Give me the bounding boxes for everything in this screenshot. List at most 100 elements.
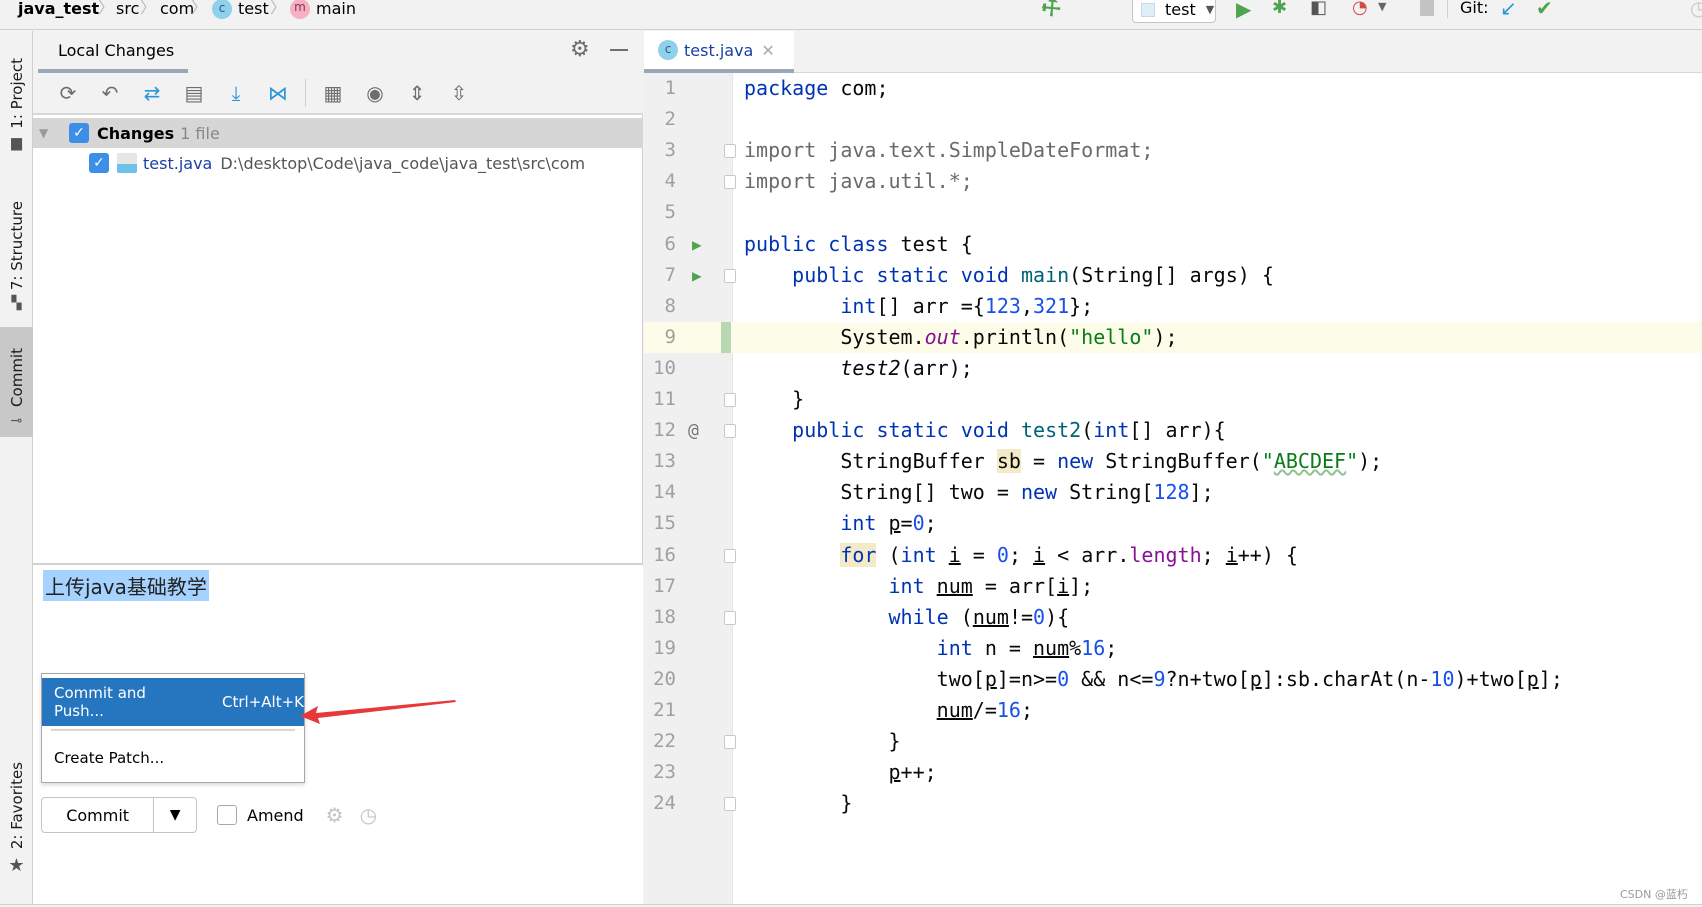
fold-icon[interactable] bbox=[724, 393, 736, 407]
shelve-icon[interactable]: ▤ bbox=[173, 76, 215, 110]
collapse-all-icon[interactable]: ⇳ bbox=[438, 76, 480, 110]
code-line[interactable]: 3 import java.text.SimpleDateFormat; bbox=[644, 135, 1702, 166]
fold-icon[interactable] bbox=[724, 610, 736, 625]
group-by-icon[interactable]: ▦ bbox=[312, 76, 354, 110]
code-line[interactable]: 10 test2(arr); bbox=[644, 353, 1702, 384]
code-line[interactable]: 21 num/=16; bbox=[644, 695, 1702, 726]
code-line[interactable]: 9 System.out.println("hello"); bbox=[644, 321, 1702, 353]
menu-item-label: Commit and Push... bbox=[54, 684, 146, 720]
profiler-dropdown-icon[interactable]: ▼ bbox=[1378, 0, 1386, 13]
tool-tab-commit[interactable]: Commit ⊸ bbox=[0, 327, 33, 437]
git-label: Git: bbox=[1460, 0, 1489, 17]
breadcrumb-src[interactable]: src bbox=[116, 0, 139, 18]
fold-icon[interactable] bbox=[724, 424, 736, 439]
fold-icon[interactable] bbox=[724, 548, 736, 563]
tool-tab-favorites[interactable]: 2: Favorites ★ bbox=[0, 751, 33, 876]
tool-tab-project[interactable]: 1: Project ▆ bbox=[0, 41, 33, 151]
code-line[interactable]: 5 bbox=[644, 197, 1702, 228]
stop-icon[interactable] bbox=[1420, 0, 1434, 16]
fold-icon[interactable] bbox=[724, 735, 736, 750]
line-number: 5 bbox=[664, 201, 676, 224]
fold-icon[interactable] bbox=[724, 175, 736, 190]
code-line[interactable]: 1 package com; bbox=[644, 73, 1702, 104]
breadcrumb-project[interactable]: java_test bbox=[18, 0, 99, 18]
line-number: 7 bbox=[664, 263, 676, 286]
line-number: 14 bbox=[653, 481, 676, 504]
minimize-icon[interactable] bbox=[610, 49, 628, 51]
profiler-icon[interactable]: ◔ bbox=[1352, 0, 1368, 18]
debug-icon[interactable]: ✱ bbox=[1272, 0, 1287, 18]
close-icon[interactable]: ✕ bbox=[761, 41, 774, 60]
rollback-icon[interactable]: ↶ bbox=[89, 76, 131, 110]
breadcrumb-com[interactable]: com bbox=[160, 0, 194, 18]
gear-icon[interactable]: ⚙ bbox=[570, 37, 590, 62]
code-line[interactable]: 6 ▶ public class test { bbox=[644, 229, 1702, 260]
coverage-icon[interactable]: ◧ bbox=[1310, 0, 1327, 18]
run-icon[interactable]: ▶ bbox=[1236, 0, 1251, 21]
commit-message-input[interactable]: 上传java基础教学 bbox=[43, 570, 209, 601]
code-line[interactable]: 22 } bbox=[644, 726, 1702, 757]
code-line[interactable]: 7 ▶ public static void main(String[] args… bbox=[644, 260, 1702, 291]
build-hammer-icon[interactable]: ⚒ bbox=[1036, 0, 1067, 24]
override-gutter-icon[interactable]: @ bbox=[688, 415, 699, 446]
fold-icon[interactable] bbox=[724, 797, 736, 812]
code-text: two[p]=n>=0 && n<=9?n+two[p]:sb.charAt(n… bbox=[744, 666, 1563, 691]
tool-tab-structure[interactable]: 7: Structure ▚ bbox=[0, 171, 33, 311]
line-number: 4 bbox=[664, 170, 676, 193]
git-commit-icon[interactable]: ✔ bbox=[1536, 0, 1553, 20]
code-text: int p=0; bbox=[840, 511, 937, 536]
breadcrumb-separator: 〉 bbox=[140, 0, 157, 17]
update-icon[interactable]: ⤓ bbox=[215, 76, 257, 110]
code-line[interactable]: 16 for (int i = 0; i < arr.length; i++) … bbox=[644, 540, 1702, 571]
changelist-row[interactable]: ▼ ✓ Changes 1 file bbox=[33, 118, 643, 148]
git-update-icon[interactable]: ↙ bbox=[1500, 0, 1517, 20]
changelist-checkbox[interactable]: ✓ bbox=[69, 123, 89, 143]
expand-arrow-icon[interactable]: ▼ bbox=[39, 126, 61, 140]
fold-icon[interactable] bbox=[724, 268, 736, 283]
editor-tab-test-java[interactable]: c test.java ✕ bbox=[644, 31, 794, 73]
commit-button[interactable]: Commit bbox=[42, 798, 155, 832]
expand-all-icon[interactable]: ⇕ bbox=[396, 76, 438, 110]
code-line[interactable]: 19 int n = num%16; bbox=[644, 633, 1702, 664]
code-line[interactable]: 24 } bbox=[644, 788, 1702, 819]
view-options-icon[interactable]: ◉ bbox=[354, 76, 396, 110]
code-text: } bbox=[744, 387, 805, 411]
menu-item-create-patch[interactable]: Create Patch... bbox=[42, 734, 304, 782]
method-icon: m bbox=[290, 0, 310, 19]
code-line[interactable]: 15 int p=0; bbox=[644, 508, 1702, 539]
code-line[interactable]: 11 } bbox=[644, 384, 1702, 415]
run-configuration-select[interactable]: test ▼ bbox=[1132, 0, 1216, 23]
file-row[interactable]: ✓ test.java D:\desktop\Code\java_code\ja… bbox=[33, 148, 643, 178]
breadcrumb-method[interactable]: m main bbox=[290, 0, 356, 19]
breadcrumb-class[interactable]: c test bbox=[212, 0, 269, 19]
line-number: 8 bbox=[664, 294, 676, 317]
change-marker[interactable] bbox=[721, 321, 731, 353]
code-line[interactable]: 4 import java.util.*; bbox=[644, 166, 1702, 197]
annotation-arrow bbox=[300, 700, 456, 724]
show-diff-icon[interactable]: ⇄ bbox=[131, 76, 173, 110]
code-line[interactable]: 23 p++; bbox=[644, 757, 1702, 788]
code-line[interactable]: 18 while (num!=0){ bbox=[644, 602, 1702, 633]
amend-checkbox[interactable] bbox=[217, 805, 237, 825]
git-history-icon[interactable]: ◷ bbox=[1690, 0, 1702, 20]
commit-history-clock-icon[interactable]: ◷ bbox=[360, 803, 377, 827]
code-line[interactable]: 14 String[] two = new String[128]; bbox=[644, 477, 1702, 508]
refresh-icon[interactable]: ⟳ bbox=[47, 76, 89, 110]
code-text: public static void test2(int[] arr){ bbox=[792, 418, 1226, 443]
run-gutter-icon[interactable]: ▶ bbox=[692, 229, 702, 260]
code-line[interactable]: 13 StringBuffer sb = new StringBuffer("A… bbox=[644, 446, 1702, 477]
file-checkbox[interactable]: ✓ bbox=[89, 153, 109, 173]
run-gutter-icon[interactable]: ▶ bbox=[692, 260, 702, 291]
merge-icon[interactable]: ⋈ bbox=[257, 76, 299, 110]
code-line[interactable]: 2 bbox=[644, 104, 1702, 135]
tool-tab-project-label: 1: Project bbox=[7, 58, 26, 129]
code-line[interactable]: 8 int[] arr ={123,321}; bbox=[644, 291, 1702, 322]
menu-item-commit-and-push[interactable]: Commit and Push... Ctrl+Alt+K bbox=[42, 678, 304, 726]
commit-options-dropdown[interactable]: ▼ bbox=[154, 798, 196, 832]
tab-local-changes[interactable]: Local Changes bbox=[38, 31, 188, 73]
commit-options-gear-icon[interactable]: ⚙ bbox=[326, 803, 344, 827]
code-line[interactable]: 17 int num = arr[i]; bbox=[644, 571, 1702, 602]
code-line[interactable]: 12 @ public static void test2(int[] arr){ bbox=[644, 415, 1702, 446]
fold-icon[interactable] bbox=[724, 144, 736, 159]
code-line[interactable]: 20 two[p]=n>=0 && n<=9?n+two[p]:sb.charA… bbox=[644, 664, 1702, 695]
